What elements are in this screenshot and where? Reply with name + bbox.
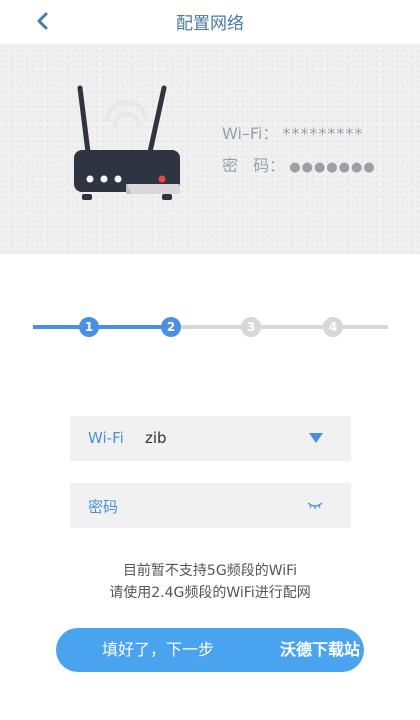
step-label-2: 2	[166, 320, 176, 334]
hero-password-row: 密 码： ●●●●●●●	[222, 152, 376, 176]
page-title: 配置网络	[176, 14, 244, 34]
hero-wifi-mask: *********	[282, 124, 364, 143]
triangle-down-icon[interactable]	[309, 433, 323, 443]
watermark: 沃德下载站	[280, 640, 361, 659]
wifi-select[interactable]: Wi-Fi zib	[70, 416, 351, 461]
password-field-label: 密码	[88, 498, 119, 516]
nav-bar: 配置网络	[0, 0, 420, 44]
notice-line-2: 请使用2.4G频段的WiFi进行配网	[109, 585, 311, 601]
hero-wifi-separator: ：	[262, 124, 279, 143]
step-label-3: 3	[246, 320, 256, 334]
step-progress: 1 2 3 4	[33, 314, 388, 340]
password-field[interactable]: 密码	[70, 483, 351, 528]
router-banner: Wi–Fi： ********* 密 码： ●●●●●●●	[0, 44, 420, 254]
notice-line-1: 目前暂不支持5G频段的WiFi	[122, 563, 298, 579]
router-icon	[74, 85, 180, 200]
step-label-4: 4	[328, 320, 338, 334]
eye-closed-icon[interactable]	[307, 499, 323, 511]
wifi-field-value: zib	[145, 429, 167, 447]
hero-wifi-label: Wi–Fi	[222, 124, 263, 143]
hero-wifi-row: Wi–Fi： *********	[222, 120, 363, 144]
step-label-1: 1	[84, 320, 94, 334]
router-illustration	[62, 82, 192, 218]
next-step-label: 填好了，下一步	[101, 640, 214, 659]
wifi-field-label: Wi-Fi	[88, 429, 124, 447]
hero-password-mask: ●●●●●●●	[289, 160, 376, 175]
hero-password-label: 密 码	[222, 156, 270, 175]
hero-password-separator: ：	[269, 156, 286, 175]
